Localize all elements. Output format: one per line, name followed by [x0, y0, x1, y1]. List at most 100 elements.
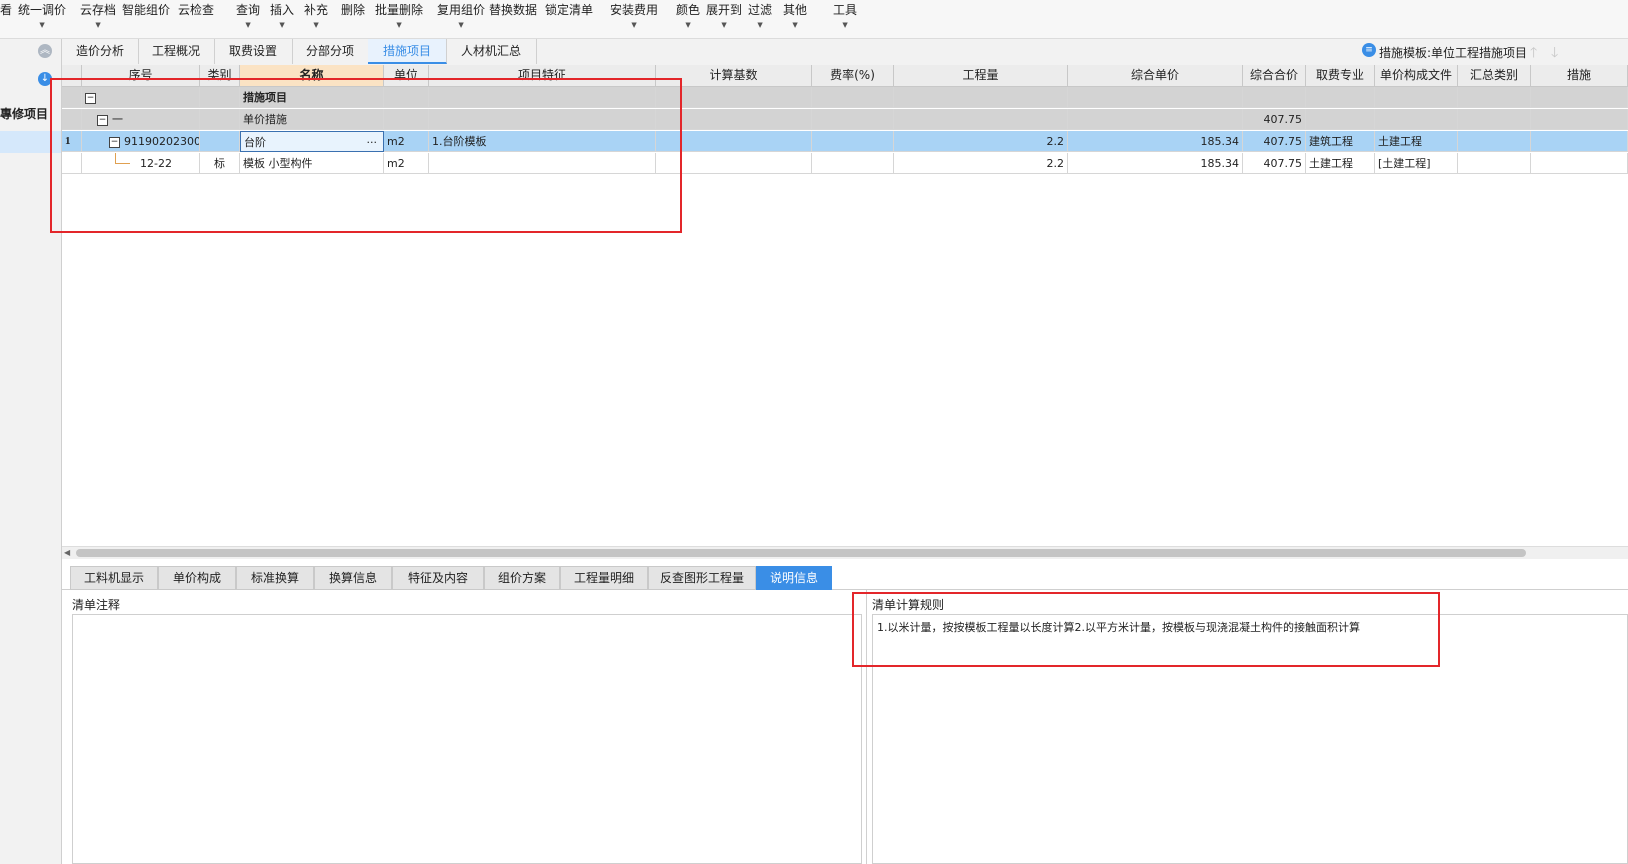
toolbar-button[interactable]: 展开到 ▼ — [706, 0, 742, 38]
detail-tab-5[interactable]: 组价方案 — [484, 566, 560, 590]
column-header[interactable]: 费率(%) — [812, 65, 894, 87]
template-info-label[interactable]: 措施模板:单位工程措施项目 — [1379, 44, 1527, 61]
toolbar-button[interactable]: 安装费用 ▼ — [610, 0, 658, 38]
toolbar-button[interactable]: 云存档 ▼ — [80, 0, 116, 38]
toolbar-button[interactable]: 锁定清单 — [545, 0, 593, 38]
detail-tab-8[interactable]: 说明信息 — [756, 566, 832, 590]
chevron-down-icon: ▼ — [39, 21, 45, 29]
move-down-icon[interactable]: 🡓 — [1551, 42, 1558, 66]
notes-textarea[interactable] — [72, 614, 862, 864]
toolbar-button-label: 其他 — [783, 3, 808, 17]
detail-tab-0[interactable]: 工料机显示 — [70, 566, 158, 590]
cell-qty[interactable] — [894, 87, 1068, 108]
toolbar-button[interactable]: 删除 — [341, 0, 365, 38]
chevron-down-icon: ▼ — [458, 21, 464, 29]
cell-price_file[interactable]: [土建工程] — [1375, 153, 1458, 174]
left-tree-item-label[interactable]: 專修项目 — [0, 105, 48, 122]
toolbar-button[interactable]: 其他 ▼ — [783, 0, 807, 38]
toolbar-button[interactable]: 工具 ▼ — [833, 0, 857, 38]
cell-sum_cat[interactable] — [1458, 153, 1531, 174]
cell-empty[interactable] — [1531, 87, 1628, 108]
cell-sum_cat[interactable] — [1458, 87, 1531, 108]
chevron-down-icon: ▼ — [842, 21, 848, 29]
column-header[interactable]: 措施 — [1531, 65, 1628, 87]
toolbar-button-label: 批量删除 — [375, 3, 424, 17]
cell-empty[interactable] — [1531, 109, 1628, 130]
column-header[interactable]: 汇总类别 — [1458, 65, 1531, 87]
column-header[interactable]: 单价构成文件 — [1375, 65, 1458, 87]
toolbar-button[interactable]: 云检查 — [178, 0, 214, 38]
detail-tab-6[interactable]: 工程量明细 — [560, 566, 648, 590]
toolbar-button[interactable]: 补充 ▼ — [304, 0, 328, 38]
toolbar-button[interactable]: 批量删除 ▼ — [375, 0, 423, 38]
chevron-down-icon: ▼ — [95, 21, 101, 29]
toolbar-button[interactable]: 复用组价 ▼ — [437, 0, 485, 38]
toolbar-button-label: 补充 — [304, 3, 329, 17]
toolbar-button[interactable]: 过滤 ▼ — [748, 0, 772, 38]
tab-5[interactable]: 人材机汇总 — [446, 39, 537, 64]
column-header[interactable]: 工程量 — [894, 65, 1068, 87]
toolbar-button[interactable]: 查询 ▼ — [236, 0, 260, 38]
toolbar-button[interactable]: 插入 ▼ — [270, 0, 294, 38]
column-header[interactable]: 取费专业 — [1306, 65, 1375, 87]
cell-rate[interactable] — [812, 87, 894, 108]
toolbar-button-label: 锁定清单 — [545, 3, 594, 17]
cell-qty[interactable]: 2.2 — [894, 131, 1068, 152]
cell-total[interactable] — [1243, 87, 1306, 108]
cell-price_file[interactable] — [1375, 87, 1458, 108]
cell-rate[interactable] — [812, 109, 894, 130]
tab-1[interactable]: 工程概况 — [138, 39, 215, 64]
cell-unit_price[interactable]: 185.34 — [1068, 153, 1243, 174]
cell-total[interactable]: 407.75 — [1243, 131, 1306, 152]
cell-unit_price[interactable]: 185.34 — [1068, 131, 1243, 152]
detail-tab-4[interactable]: 特征及内容 — [392, 566, 484, 590]
cell-rate[interactable] — [812, 153, 894, 174]
cell-fee_spec[interactable] — [1306, 87, 1375, 108]
toolbar-button[interactable]: 替换数据 — [489, 0, 537, 38]
cell-rate[interactable] — [812, 131, 894, 152]
cell-total[interactable]: 407.75 — [1243, 109, 1306, 130]
chevron-down-icon: ▼ — [313, 21, 319, 29]
cell-text: 185.34 — [1200, 135, 1240, 148]
toolbar-button[interactable]: 颜色 ▼ — [676, 0, 700, 38]
cell-unit_price[interactable] — [1068, 109, 1243, 130]
toolbar-button[interactable]: 看 — [0, 0, 12, 38]
cell-fee_spec[interactable]: 土建工程 — [1306, 153, 1375, 174]
cell-empty[interactable] — [1531, 131, 1628, 152]
tab-2[interactable]: 取费设置 — [214, 39, 293, 64]
toolbar-button-label: 展开到 — [706, 3, 743, 17]
cell-qty[interactable]: 2.2 — [894, 153, 1068, 174]
cell-sum_cat[interactable] — [1458, 131, 1531, 152]
detail-tab-1[interactable]: 单价构成 — [158, 566, 236, 590]
tab-4[interactable]: 措施项目 — [368, 39, 447, 64]
cell-fee_spec[interactable] — [1306, 109, 1375, 130]
toolbar-button[interactable]: 统一调价 ▼ — [18, 0, 66, 38]
toolbar-button-label: 工具 — [833, 3, 858, 17]
detail-tab-3[interactable]: 换算信息 — [314, 566, 392, 590]
cell-text: 建筑工程 — [1309, 135, 1353, 148]
cell-empty[interactable] — [1531, 153, 1628, 174]
move-up-icon[interactable]: 🡑 — [1530, 42, 1537, 66]
chevron-down-icon: ▼ — [792, 21, 798, 29]
detail-tab-2[interactable]: 标准换算 — [236, 566, 314, 590]
column-header[interactable]: 综合合价 — [1243, 65, 1306, 87]
horizontal-scrollbar[interactable]: ◀ — [62, 546, 1628, 559]
tab-3[interactable]: 分部分项 — [292, 39, 369, 64]
highlight-box-rules — [852, 592, 1440, 667]
collapse-up-icon[interactable]: ︽ — [38, 44, 52, 58]
chevron-down-icon: ▼ — [279, 21, 285, 29]
detail-tab-7[interactable]: 反查图形工程量 — [648, 566, 756, 590]
cell-price_file[interactable] — [1375, 109, 1458, 130]
toolbar-button[interactable]: 智能组价 — [122, 0, 170, 38]
cell-fee_spec[interactable]: 建筑工程 — [1306, 131, 1375, 152]
cell-total[interactable]: 407.75 — [1243, 153, 1306, 174]
cell-sum_cat[interactable] — [1458, 109, 1531, 130]
cell-qty[interactable] — [894, 109, 1068, 130]
cell-price_file[interactable]: 土建工程 — [1375, 131, 1458, 152]
scroll-left-icon[interactable]: ◀ — [64, 548, 70, 557]
column-header[interactable]: 综合单价 — [1068, 65, 1243, 87]
cell-unit_price[interactable] — [1068, 87, 1243, 108]
scroll-thumb[interactable] — [76, 549, 1526, 557]
toolbar-button-label: 颜色 — [676, 3, 701, 17]
tab-0[interactable]: 造价分析 — [62, 39, 139, 64]
